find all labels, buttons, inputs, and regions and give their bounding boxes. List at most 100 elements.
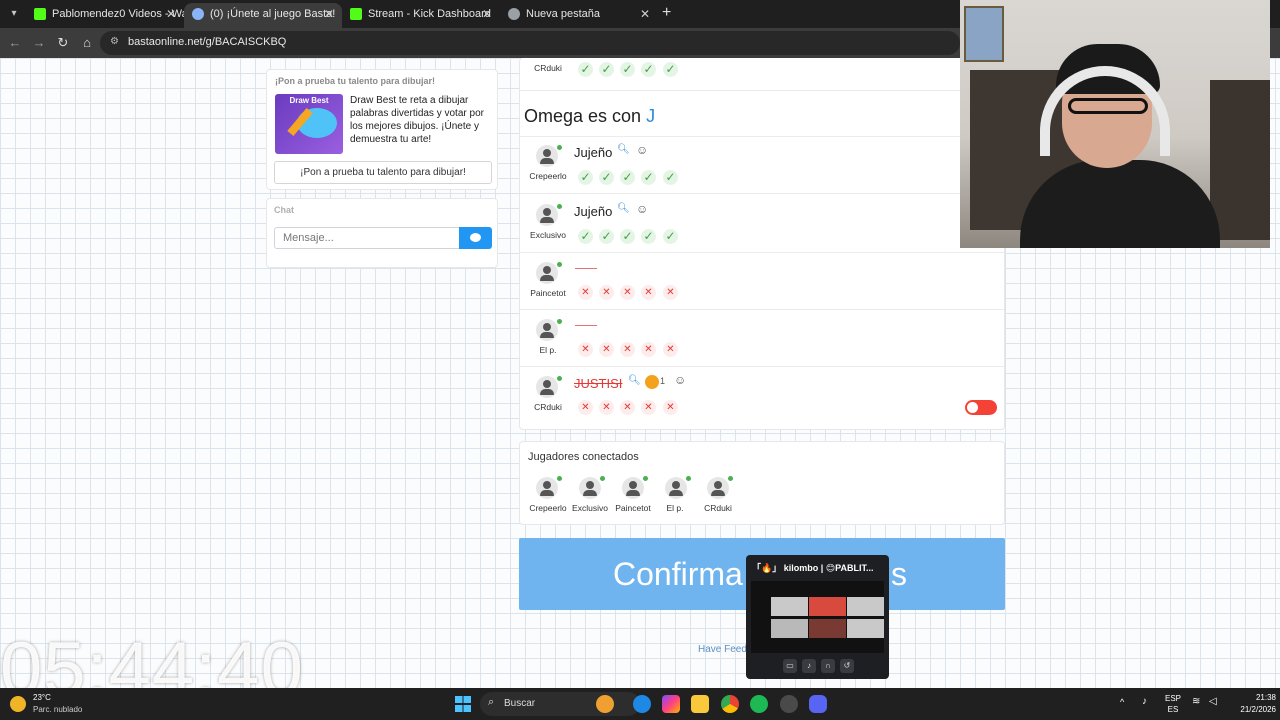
promo-image-title: Draw Best bbox=[289, 96, 329, 105]
cross-icon[interactable]: ✕ bbox=[599, 342, 614, 357]
check-icon[interactable]: ✓ bbox=[578, 170, 593, 185]
cross-icon[interactable]: ✕ bbox=[663, 400, 678, 415]
send-message-button[interactable] bbox=[459, 227, 492, 249]
cross-icon[interactable]: ✕ bbox=[641, 285, 656, 300]
close-icon[interactable]: ✕ bbox=[166, 3, 176, 25]
check-icon[interactable]: ✓ bbox=[663, 62, 678, 77]
add-reaction-icon[interactable]: ☺ bbox=[636, 202, 648, 216]
check-icon[interactable]: ✓ bbox=[578, 229, 593, 244]
chrome-icon[interactable] bbox=[721, 695, 739, 713]
volume-icon[interactable]: ◁ bbox=[1209, 696, 1217, 707]
headphones-icon[interactable]: ∩ bbox=[821, 659, 835, 673]
back-arrow-icon[interactable]: ← bbox=[6, 34, 24, 52]
close-icon[interactable]: ✕ bbox=[324, 3, 334, 25]
start-button[interactable] bbox=[455, 696, 471, 712]
connected-players-title: Jugadores conectados bbox=[528, 451, 639, 463]
draw-best-image[interactable]: Draw Best bbox=[275, 94, 343, 154]
promo-button[interactable]: ¡Pon a prueba tu talento para dibujar! bbox=[274, 161, 492, 184]
close-icon[interactable]: ✕ bbox=[482, 3, 492, 25]
discord-stream-preview[interactable] bbox=[751, 581, 884, 653]
add-reaction-icon[interactable]: ☺ bbox=[674, 373, 686, 387]
check-icon[interactable]: ✓ bbox=[578, 62, 593, 77]
cross-icon[interactable]: ✕ bbox=[578, 285, 593, 300]
reload-icon[interactable]: ↻ bbox=[54, 34, 72, 52]
search-icon[interactable]: 🔍︎ bbox=[628, 375, 641, 386]
vote-toggle[interactable] bbox=[965, 400, 997, 415]
check-icon[interactable]: ✓ bbox=[599, 229, 614, 244]
tab-new-tab[interactable]: Nueva pestaña ✕ bbox=[500, 3, 658, 28]
cross-icon[interactable]: ✕ bbox=[578, 342, 593, 357]
player-answer: JUSTISI bbox=[574, 376, 623, 391]
cross-icon[interactable]: ✕ bbox=[663, 285, 678, 300]
check-icon[interactable]: ✓ bbox=[620, 229, 635, 244]
online-status-dot bbox=[686, 476, 691, 481]
forward-arrow-icon[interactable]: → bbox=[30, 34, 48, 52]
add-reaction-icon[interactable]: ☺ bbox=[636, 143, 648, 157]
player-name: Paincetot bbox=[530, 288, 566, 298]
language-top[interactable]: ESP bbox=[1163, 694, 1183, 703]
participant-tile bbox=[809, 597, 846, 616]
check-icon[interactable]: ✓ bbox=[663, 170, 678, 185]
check-icon[interactable]: ✓ bbox=[663, 229, 678, 244]
file-explorer-icon[interactable] bbox=[691, 695, 709, 713]
tab-basta-game[interactable]: (0) ¡Únete al juego Basta! ✕ bbox=[184, 3, 342, 28]
weather-icon[interactable] bbox=[10, 696, 26, 712]
tab-pablomendez-videos[interactable]: Pablomendez0 Videos - Watch ✕ bbox=[26, 3, 184, 28]
cross-icon[interactable]: ✕ bbox=[641, 400, 656, 415]
check-icon[interactable]: ✓ bbox=[641, 229, 656, 244]
cross-icon[interactable]: ✕ bbox=[641, 342, 656, 357]
close-icon[interactable]: ✕ bbox=[640, 3, 650, 25]
chat-message-input[interactable]: Mensaje... bbox=[274, 227, 460, 249]
cross-icon[interactable]: ✕ bbox=[599, 285, 614, 300]
taskbar-search[interactable]: ⌕ Buscar bbox=[480, 692, 640, 716]
tab-kick-dashboard[interactable]: Stream - Kick Dashboard ✕ bbox=[342, 3, 500, 28]
disconnect-icon[interactable]: ↺ bbox=[840, 659, 854, 673]
new-tab-button[interactable]: + bbox=[662, 3, 671, 23]
language-bottom[interactable]: ES bbox=[1163, 705, 1183, 714]
check-icon[interactable]: ✓ bbox=[620, 170, 635, 185]
empty-answer-line bbox=[575, 325, 597, 326]
spotify-icon[interactable] bbox=[750, 695, 768, 713]
site-info-icon[interactable]: ⚙ bbox=[110, 36, 122, 48]
check-icon[interactable]: ✓ bbox=[599, 170, 614, 185]
check-icon[interactable]: ✓ bbox=[599, 62, 614, 77]
microphone-icon[interactable]: ♪ bbox=[802, 659, 816, 673]
cross-icon[interactable]: ✕ bbox=[599, 400, 614, 415]
feedback-link[interactable]: Have Feed bbox=[698, 644, 747, 655]
tab-search-icon[interactable]: ▾ bbox=[4, 4, 24, 24]
copilot-icon[interactable] bbox=[662, 695, 680, 713]
clock-date[interactable]: 21/2/2026 bbox=[1226, 705, 1276, 714]
cross-icon[interactable]: ✕ bbox=[620, 400, 635, 415]
participant-tile bbox=[771, 597, 808, 616]
url-input[interactable]: ⚙ bastaonline.net/g/BACAISCKBQ bbox=[100, 31, 960, 55]
avatar-icon bbox=[536, 262, 558, 284]
camera-icon[interactable]: ▭ bbox=[783, 659, 797, 673]
chat-card: Chat Mensaje... bbox=[266, 198, 498, 268]
widget-icon[interactable] bbox=[596, 695, 614, 713]
promo-description: Draw Best te reta a dibujar palabras div… bbox=[350, 95, 484, 145]
online-status-dot bbox=[728, 476, 733, 481]
confirm-label: Confirma bbox=[613, 556, 743, 592]
cross-icon[interactable]: ✕ bbox=[663, 342, 678, 357]
cross-icon[interactable]: ✕ bbox=[578, 400, 593, 415]
discord-icon[interactable] bbox=[809, 695, 827, 713]
obs-icon[interactable] bbox=[780, 695, 798, 713]
avatar-icon bbox=[622, 477, 644, 499]
clock-time[interactable]: 21:38 bbox=[1236, 693, 1276, 702]
angry-emoji-icon bbox=[645, 375, 659, 389]
microphone-icon[interactable]: ♪ bbox=[1142, 696, 1147, 707]
chevron-up-icon[interactable]: ^ bbox=[1120, 697, 1124, 707]
avatar-icon bbox=[665, 477, 687, 499]
check-icon[interactable]: ✓ bbox=[641, 170, 656, 185]
cross-icon[interactable]: ✕ bbox=[620, 342, 635, 357]
search-icon[interactable]: 🔍︎ bbox=[617, 144, 630, 155]
check-icon[interactable]: ✓ bbox=[641, 62, 656, 77]
cross-icon[interactable]: ✕ bbox=[620, 285, 635, 300]
search-icon[interactable]: 🔍︎ bbox=[617, 203, 630, 214]
home-icon[interactable]: ⌂ bbox=[78, 34, 96, 52]
wifi-icon[interactable]: ≋ bbox=[1192, 696, 1200, 707]
discord-call-window[interactable]: 「🔥」 kilombo | 😊PABLIT... ▭ ♪ ∩ ↺ bbox=[746, 555, 889, 679]
online-status-dot bbox=[557, 204, 562, 209]
edge-icon[interactable] bbox=[633, 695, 651, 713]
check-icon[interactable]: ✓ bbox=[620, 62, 635, 77]
